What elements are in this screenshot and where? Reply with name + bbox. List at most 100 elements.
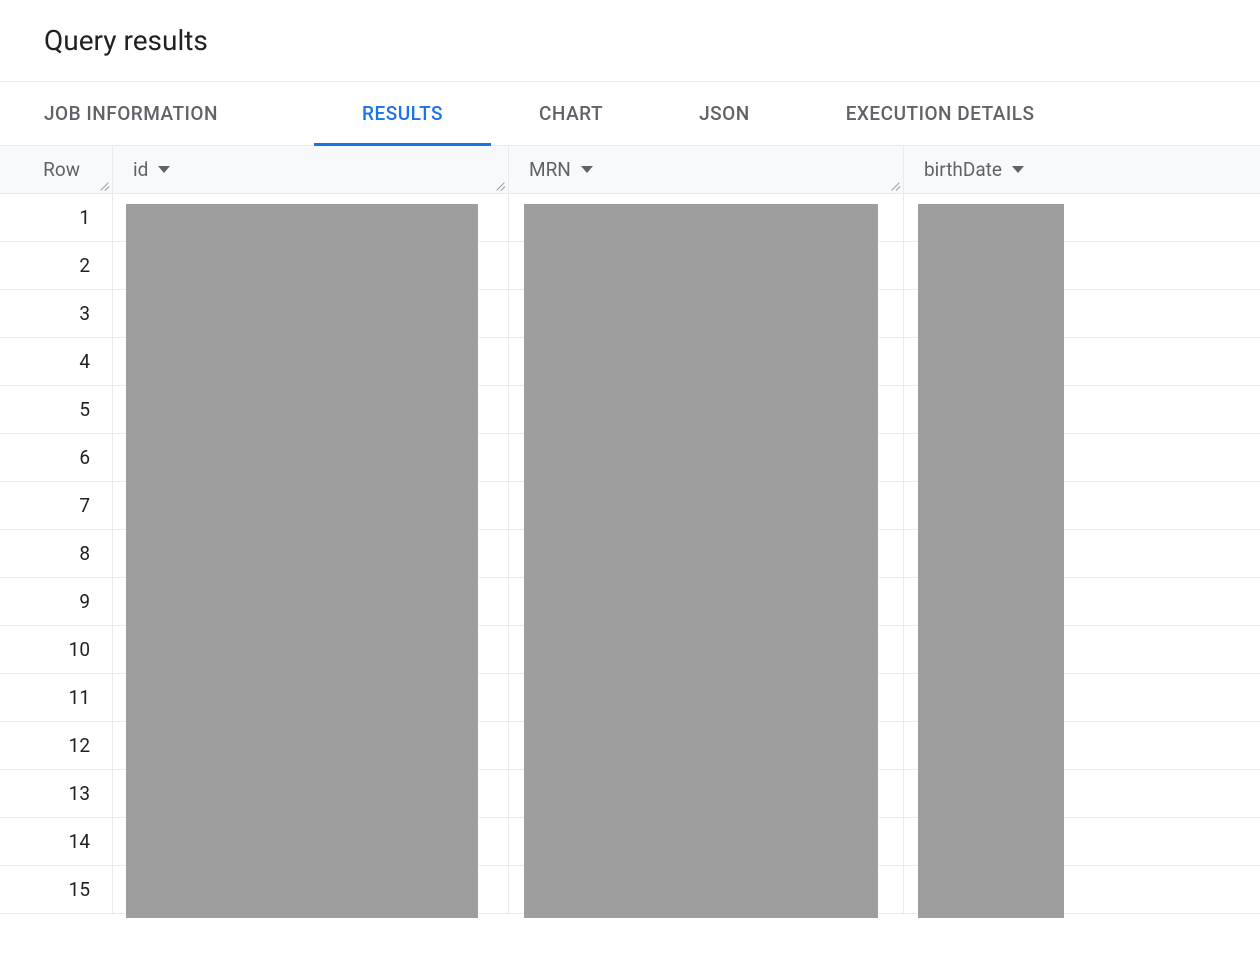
id-cell (113, 242, 509, 289)
table-row: 2 (0, 242, 1260, 290)
results-table: Row id MRN birthDate 1 2 (0, 146, 1260, 914)
id-cell (113, 338, 509, 385)
mrn-cell (509, 866, 904, 913)
table-header-row: Row id MRN birthDate (0, 146, 1260, 194)
id-cell (113, 626, 509, 673)
table-row: 1 (0, 194, 1260, 242)
header: Query results (0, 0, 1260, 82)
birthdate-cell (904, 290, 1260, 337)
row-number-cell: 13 (0, 770, 113, 817)
id-cell (113, 434, 509, 481)
row-number-cell: 5 (0, 386, 113, 433)
birthdate-cell (904, 866, 1260, 913)
table-row: 11 (0, 674, 1260, 722)
mrn-cell (509, 434, 904, 481)
id-cell (113, 770, 509, 817)
id-cell (113, 866, 509, 913)
row-number-cell: 7 (0, 482, 113, 529)
tab-json[interactable]: JSON (699, 82, 798, 145)
table-row: 4 (0, 338, 1260, 386)
mrn-cell (509, 722, 904, 769)
table-body: 1 2 3 4 5 6 (0, 194, 1260, 914)
birthdate-cell (904, 482, 1260, 529)
resize-handle-icon (888, 179, 900, 191)
table-row: 15 (0, 866, 1260, 914)
row-number-cell: 15 (0, 866, 113, 913)
table-row: 14 (0, 818, 1260, 866)
table-row: 7 (0, 482, 1260, 530)
id-cell (113, 386, 509, 433)
column-header-label: birthDate (924, 158, 1002, 181)
id-cell (113, 530, 509, 577)
row-number-cell: 2 (0, 242, 113, 289)
tab-chart[interactable]: CHART (539, 82, 651, 145)
id-cell (113, 818, 509, 865)
resize-handle-icon (97, 179, 109, 191)
tab-label: JSON (699, 102, 750, 125)
table-row: 8 (0, 530, 1260, 578)
mrn-cell (509, 626, 904, 673)
chevron-down-icon (581, 166, 593, 173)
column-header-label: id (133, 158, 148, 181)
table-row: 3 (0, 290, 1260, 338)
id-cell (113, 674, 509, 721)
column-header-row[interactable]: Row (0, 146, 113, 193)
mrn-cell (509, 770, 904, 817)
birthdate-cell (904, 386, 1260, 433)
row-number-cell: 8 (0, 530, 113, 577)
mrn-cell (509, 530, 904, 577)
tab-job-information[interactable]: JOB INFORMATION (44, 82, 266, 145)
birthdate-cell (904, 770, 1260, 817)
mrn-cell (509, 338, 904, 385)
id-cell (113, 482, 509, 529)
table-row: 13 (0, 770, 1260, 818)
birthdate-cell (904, 530, 1260, 577)
column-header-birthdate[interactable]: birthDate (904, 146, 1260, 193)
row-number-cell: 6 (0, 434, 113, 481)
mrn-cell (509, 674, 904, 721)
row-number-cell: 11 (0, 674, 113, 721)
birthdate-cell (904, 338, 1260, 385)
row-number-cell: 10 (0, 626, 113, 673)
chevron-down-icon (158, 166, 170, 173)
row-number-cell: 12 (0, 722, 113, 769)
id-cell (113, 290, 509, 337)
row-number-cell: 14 (0, 818, 113, 865)
table-row: 6 (0, 434, 1260, 482)
birthdate-cell (904, 674, 1260, 721)
table-row: 10 (0, 626, 1260, 674)
tab-execution-details[interactable]: EXECUTION DETAILS (846, 82, 1083, 145)
chevron-down-icon (1012, 166, 1024, 173)
birthdate-cell (904, 242, 1260, 289)
column-header-label: MRN (529, 158, 571, 181)
mrn-cell (509, 194, 904, 241)
row-number-cell: 4 (0, 338, 113, 385)
birthdate-cell (904, 626, 1260, 673)
id-cell (113, 194, 509, 241)
birthdate-cell (904, 578, 1260, 625)
tabs-bar: JOB INFORMATION RESULTS CHART JSON EXECU… (0, 82, 1260, 146)
birthdate-cell (904, 194, 1260, 241)
row-number-cell: 1 (0, 194, 113, 241)
tab-label: RESULTS (362, 102, 443, 125)
birthdate-cell (904, 722, 1260, 769)
column-header-id[interactable]: id (113, 146, 509, 193)
mrn-cell (509, 242, 904, 289)
birthdate-cell (904, 434, 1260, 481)
page-title: Query results (44, 24, 1260, 57)
tab-label: JOB INFORMATION (44, 102, 218, 125)
table-row: 9 (0, 578, 1260, 626)
table-row: 12 (0, 722, 1260, 770)
mrn-cell (509, 818, 904, 865)
table-row: 5 (0, 386, 1260, 434)
mrn-cell (509, 578, 904, 625)
column-header-mrn[interactable]: MRN (509, 146, 904, 193)
id-cell (113, 722, 509, 769)
mrn-cell (509, 290, 904, 337)
row-number-cell: 9 (0, 578, 113, 625)
row-number-cell: 3 (0, 290, 113, 337)
tab-results[interactable]: RESULTS (314, 82, 491, 145)
tab-label: EXECUTION DETAILS (846, 102, 1035, 125)
tab-label: CHART (539, 102, 603, 125)
resize-handle-icon (493, 179, 505, 191)
